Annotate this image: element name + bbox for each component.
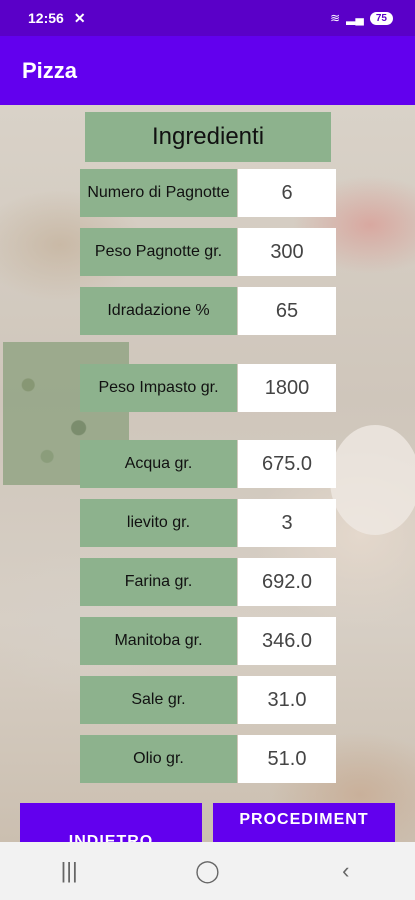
row-value-input[interactable]: 6 [238,169,336,217]
status-bar: 12:56 ✕ ≋ ▂▄ 75 [0,0,415,36]
row-acqua: Acqua gr. 675.0 [80,440,336,488]
row-farina: Farina gr. 692.0 [80,558,336,606]
row-lievito: lievito gr. 3 [80,499,336,547]
row-label: Farina gr. [80,558,237,606]
row-label: lievito gr. [80,499,237,547]
row-label: Numero di Pagnotte [80,169,237,217]
row-label: Olio gr. [80,735,237,783]
status-left: 12:56 ✕ [28,10,86,27]
row-idradazione: Idradazione % 65 [80,287,336,335]
row-value-input[interactable]: 65 [238,287,336,335]
status-time: 12:56 [28,10,64,26]
status-right: ≋ ▂▄ 75 [330,11,393,25]
row-peso-impasto: Peso Impasto gr. 1800 [80,364,336,412]
back-button[interactable]: INDIETRO [20,803,202,842]
ingredients-screen: Ingredienti Numero di Pagnotte 6 Peso Pa… [0,105,415,842]
signal-icon: ▂▄ [346,11,364,25]
shuffle-icon: ✕ [73,9,86,26]
ingredients-heading: Ingredienti [85,112,331,162]
row-value: 692.0 [238,558,336,606]
back-button-label: INDIETRO [68,833,154,842]
row-label: Peso Pagnotte gr. [80,228,237,276]
row-label: Idradazione % [80,287,237,335]
row-sale: Sale gr. 31.0 [80,676,336,724]
row-label: Sale gr. [80,676,237,724]
wifi-icon: ≋ [330,11,341,25]
row-value: 3 [238,499,336,547]
row-value: 346.0 [238,617,336,665]
app-title: Pizza [22,57,78,83]
app-bar: Pizza [0,36,415,105]
back-icon[interactable]: ‹ [316,858,376,884]
battery-badge: 75 [369,11,393,25]
procedure-button-label: PROCEDIMENT [239,811,369,828]
recent-apps-icon[interactable]: ||| [39,858,99,884]
home-icon[interactable]: ◯ [177,858,237,884]
row-peso-pagnotte: Peso Pagnotte gr. 300 [80,228,336,276]
procedure-button[interactable]: PROCEDIMENT [213,803,395,842]
row-value-input[interactable]: 300 [238,228,336,276]
background-plate-image [330,425,415,535]
row-label: Peso Impasto gr. [80,364,237,412]
row-value: 51.0 [238,735,336,783]
row-label: Manitoba gr. [80,617,237,665]
system-nav-bar: ||| ◯ ‹ [0,842,415,900]
row-manitoba: Manitoba gr. 346.0 [80,617,336,665]
row-value: 1800 [238,364,336,412]
row-label: Acqua gr. [80,440,237,488]
row-olio: Olio gr. 51.0 [80,735,336,783]
row-numero-pagnotte: Numero di Pagnotte 6 [80,169,336,217]
row-value: 675.0 [238,440,336,488]
row-value: 31.0 [238,676,336,724]
